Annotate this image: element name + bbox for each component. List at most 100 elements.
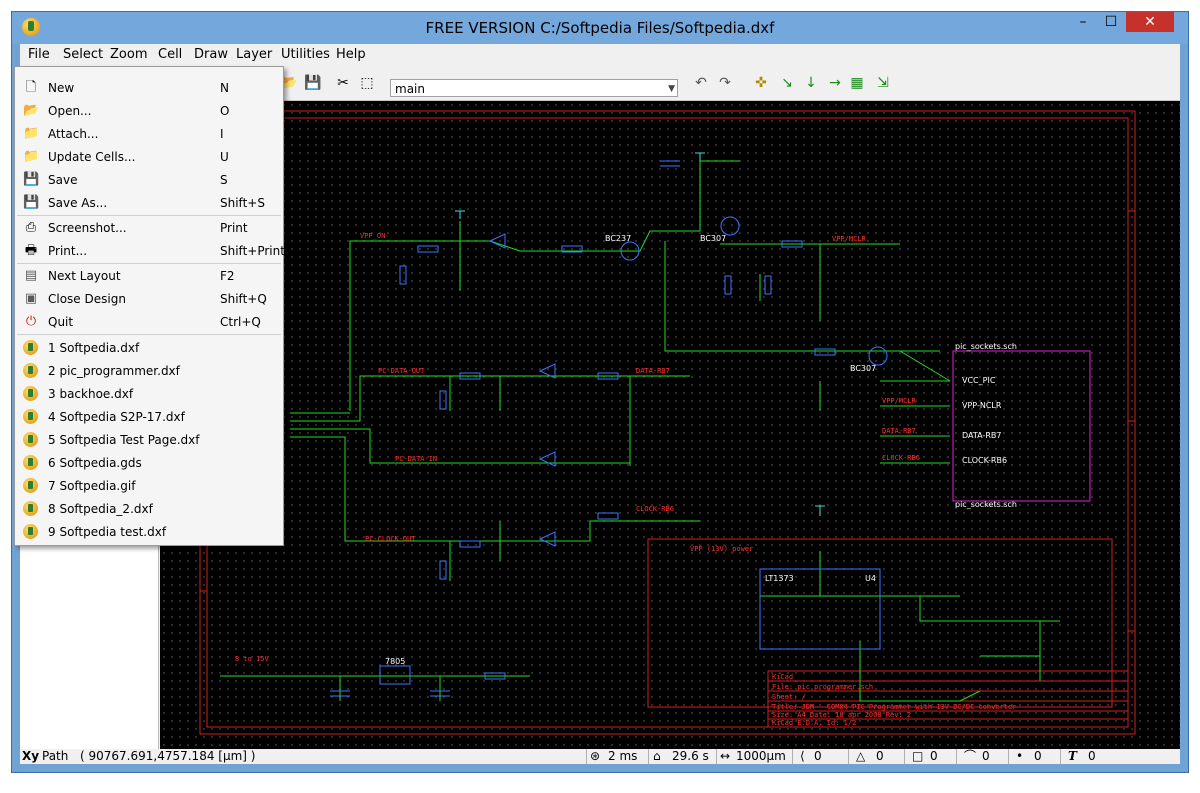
arrow-down-icon[interactable]: ↓	[802, 74, 820, 92]
save-icon[interactable]: 💾	[304, 74, 322, 92]
menu-item-attach[interactable]: 📁 Attach... I	[15, 123, 283, 145]
polygon-count-icon: △	[856, 749, 866, 763]
update-cells-icon: 📁	[23, 149, 40, 164]
chip-lt1373: LT1373	[765, 574, 794, 583]
menu-separator	[17, 334, 281, 335]
recent-file-item[interactable]: 8 Softpedia_2.dxf	[15, 498, 283, 520]
grid-size: 1000µm	[736, 749, 786, 763]
maximize-button[interactable]: ☐	[1098, 12, 1124, 32]
count-texts: 0	[1088, 749, 1096, 763]
folder-timer-icon: ⌂	[653, 749, 661, 763]
net-clock-rb6: CLOCK-RB6	[636, 505, 674, 513]
count-polygons: 0	[876, 749, 884, 763]
text-count-icon: T	[1068, 749, 1077, 763]
pic-sockets-label-bottom: pic_sockets.sch	[955, 500, 1017, 509]
undo-icon[interactable]: ↶	[692, 74, 710, 92]
next-layout-icon: ▤	[24, 268, 38, 283]
power-symbols	[455, 152, 825, 516]
recent-file-item[interactable]: 5 Softpedia Test Page.dxf	[15, 429, 283, 451]
printer-icon: 🖶	[24, 243, 38, 258]
new-file-icon: 🗋	[25, 80, 37, 95]
box-count-icon: □	[912, 749, 924, 763]
time-s: 29.6 s	[672, 749, 709, 763]
net-vpp-mclr-2: VPP/MCLR	[882, 397, 917, 405]
select-icon[interactable]: ⬚	[358, 74, 376, 92]
pin-data-rb7: DATA-RB7	[962, 431, 1001, 440]
net-data-rb7-2: DATA-RB7	[882, 427, 916, 435]
menu-help[interactable]: Help	[336, 47, 366, 62]
snap-icon[interactable]: ✜	[752, 74, 770, 92]
title-block-line: Size: A4 Date: 18 apr 2008 Rev: 2	[772, 711, 911, 719]
net-pc-data-in: PC-DATA-IN	[395, 455, 437, 463]
recent-file-item[interactable]: 9 Softpedia test.dxf	[15, 521, 283, 543]
recent-file-item[interactable]: 3 backhoe.dxf	[15, 383, 283, 405]
close-design-icon: ▣	[24, 291, 38, 306]
file-menu-dropdown: 🗋 New N 📂 Open... O 📁 Attach... I 📁 Upda…	[14, 66, 285, 546]
menu-cell[interactable]: Cell	[158, 47, 182, 62]
pin-vpp-nclr: VPP-NCLR	[962, 401, 1002, 410]
menu-select[interactable]: Select	[63, 47, 103, 62]
point-count-icon: •	[1016, 749, 1024, 763]
menu-item-new[interactable]: 🗋 New N	[15, 77, 283, 99]
quit-icon: ⏻	[25, 314, 37, 329]
title-bar[interactable]: FREE VERSION C:/Softpedia Files/Softpedi…	[12, 12, 1188, 44]
recent-file-icon	[23, 478, 38, 493]
menu-item-quit[interactable]: ⏻ Quit Ctrl+Q	[15, 311, 283, 333]
minimize-button[interactable]: –	[1070, 12, 1096, 32]
status-bar: Xy Path ( 90767.691,4757.184 [µm] ) ⊛ 2 …	[20, 749, 1180, 764]
recent-file-icon	[23, 409, 38, 424]
menu-item-print[interactable]: 🖶 Print... Shift+Print	[15, 240, 285, 262]
transistor-bc237: BC237	[605, 234, 631, 243]
recent-file-icon	[23, 340, 38, 355]
tools-icon[interactable]: ✂	[334, 74, 352, 92]
title-block-line: File: pic_programmer.sch	[772, 683, 873, 691]
layout-combo[interactable]: main ▼	[390, 79, 678, 97]
menu-draw[interactable]: Draw	[194, 47, 228, 62]
recent-file-item[interactable]: 1 Softpedia.dxf	[15, 337, 283, 359]
menu-item-screenshot[interactable]: ⎙ Screenshot... Print	[15, 217, 283, 239]
recent-file-item[interactable]: 7 Softpedia.gif	[15, 475, 283, 497]
menu-item-open[interactable]: 📂 Open... O	[15, 100, 283, 122]
menu-bar: File Select Zoom Cell Draw Layer Utiliti…	[20, 44, 1180, 66]
schematic-drawing: KiCad File: pic_programmer.sch Sheet: / …	[199, 110, 1136, 735]
title-block-line: Sheet: /	[772, 693, 806, 701]
transistor-bc307-2: BC307	[850, 364, 876, 373]
timer-icon: ⊛	[590, 749, 601, 763]
menu-layer[interactable]: Layer	[236, 47, 272, 62]
recent-file-icon	[23, 386, 38, 401]
count-cells: 0	[814, 749, 822, 763]
cell-count-icon: ⟨	[800, 749, 805, 763]
recent-file-item[interactable]: 4 Softpedia S2P-17.dxf	[15, 406, 283, 428]
recent-file-item[interactable]: 6 Softpedia.gds	[15, 452, 283, 474]
menu-item-save[interactable]: 💾 Save S	[15, 169, 283, 191]
pic-sockets-sheet	[952, 350, 1091, 502]
folder-open-icon: 📂	[23, 103, 40, 118]
redo-icon[interactable]: ↷	[716, 74, 734, 92]
route-icon[interactable]: ⇲	[874, 74, 892, 92]
grid-icon[interactable]: ▦	[848, 74, 866, 92]
path-value: ( 90767.691,4757.184 [µm] )	[80, 749, 256, 763]
recent-file-icon	[23, 524, 38, 539]
menu-item-next-layout[interactable]: ▤ Next Layout F2	[15, 265, 283, 287]
save-icon: 💾	[23, 172, 40, 187]
drawing-canvas[interactable]: KiCad File: pic_programmer.sch Sheet: / …	[160, 101, 1180, 749]
count-boxes: 0	[930, 749, 938, 763]
count-paths: 0	[982, 749, 990, 763]
recent-file-icon	[23, 432, 38, 447]
menu-zoom[interactable]: Zoom	[110, 47, 147, 62]
menu-item-close-design[interactable]: ▣ Close Design Shift+Q	[15, 288, 283, 310]
arrow-diag-icon[interactable]: ↘	[778, 74, 796, 92]
layout-combo-value: main	[395, 82, 425, 96]
menu-item-save-as[interactable]: 💾 Save As... Shift+S	[15, 192, 283, 214]
close-button[interactable]: ✕	[1126, 12, 1174, 32]
menu-utilities[interactable]: Utilities	[281, 47, 330, 62]
recent-file-item[interactable]: 2 pic_programmer.dxf	[15, 360, 283, 382]
arrow-right-icon[interactable]: →	[826, 74, 844, 92]
screenshot-icon: ⎙	[25, 220, 37, 235]
save-as-icon: 💾	[23, 195, 40, 210]
menu-item-update-cells[interactable]: 📁 Update Cells... U	[15, 146, 283, 168]
menu-file[interactable]: File	[28, 47, 50, 62]
attach-icon: 📁	[23, 126, 40, 141]
menu-separator	[17, 215, 281, 216]
recent-file-icon	[23, 455, 38, 470]
